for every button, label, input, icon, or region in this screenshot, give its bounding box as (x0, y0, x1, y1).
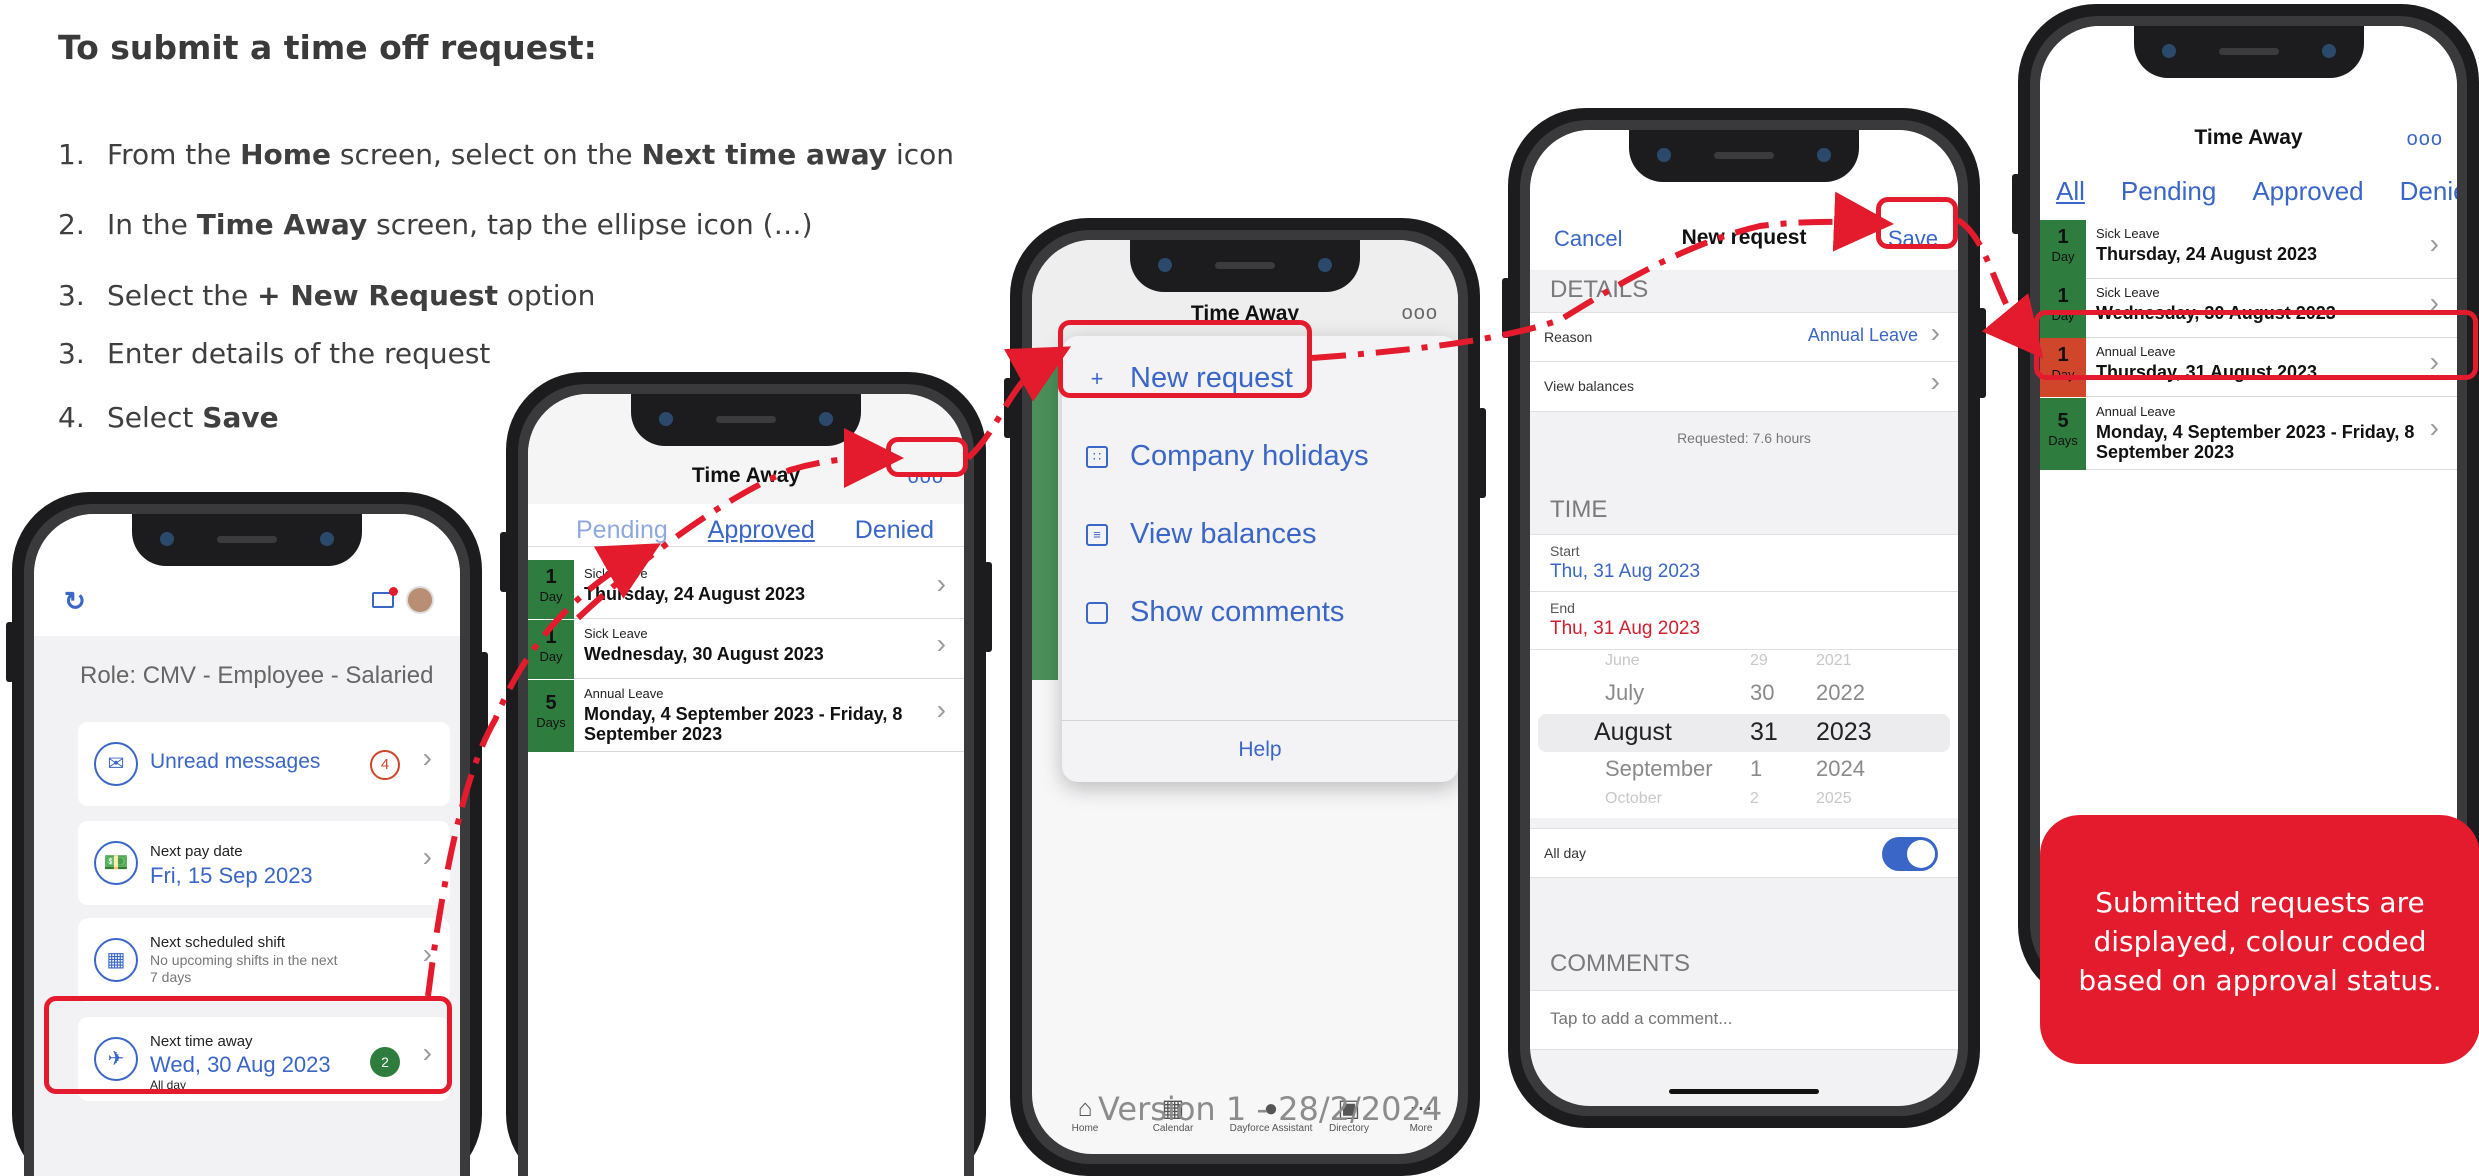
arrow-home-to-timeaway (425, 543, 661, 997)
arrow-new-request-to-save (1311, 191, 1894, 361)
arrow-save-to-submitted (1956, 217, 2044, 359)
arrow-ellipsis-to-new-request (965, 346, 1072, 461)
flow-arrows (425, 191, 2044, 997)
version-label: Version 1 - 28/2/2024 (1098, 1090, 1443, 1128)
arrow-row-to-ellipsis (575, 428, 904, 621)
